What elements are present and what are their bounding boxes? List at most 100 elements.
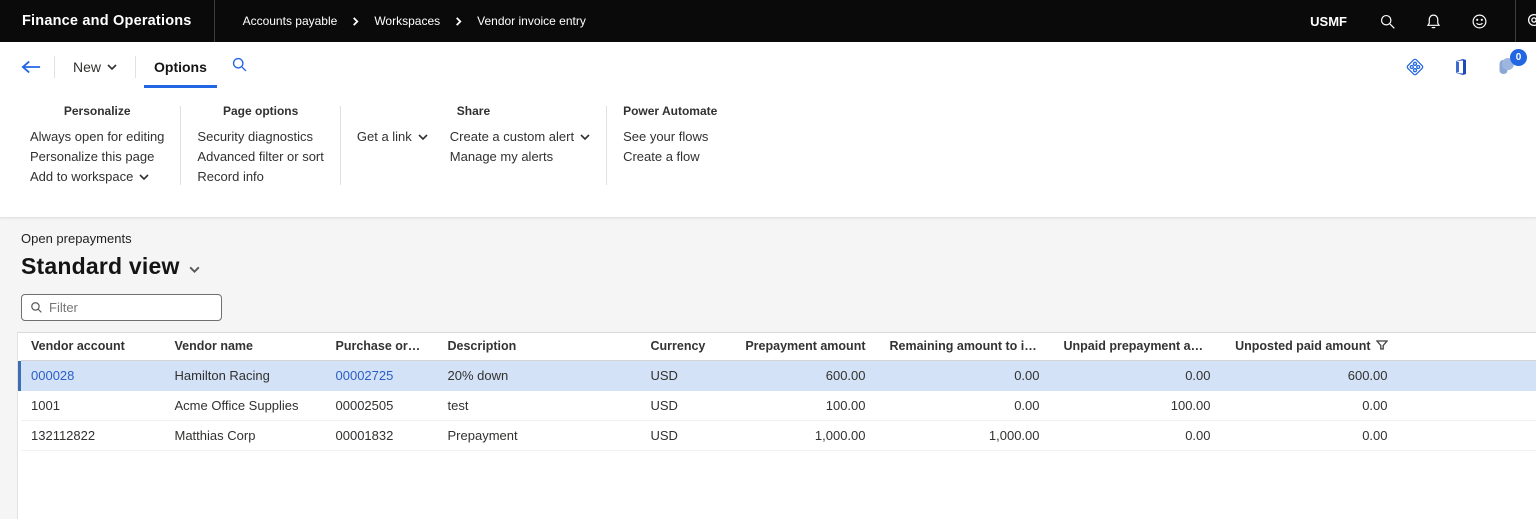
unpaid-prepayment-cell: 100.00: [1052, 390, 1223, 420]
column-header-filler: [1400, 333, 1536, 360]
filler-cell: [1400, 390, 1536, 420]
search-icon[interactable]: [1377, 11, 1397, 31]
ribbon-group-share: Share Get a link Create a custom alert M…: [341, 104, 606, 187]
tabstrip-divider: [135, 56, 136, 78]
tab-new[interactable]: New: [63, 46, 127, 88]
action-pane: New Options: [0, 42, 1536, 218]
description-cell: Prepayment: [436, 420, 639, 450]
company-selector[interactable]: USMF: [1310, 14, 1347, 29]
column-header-currency[interactable]: Currency: [639, 333, 733, 360]
filler-cell: [1400, 360, 1536, 390]
currency-cell: USD: [639, 360, 733, 390]
column-header-remaining-amount[interactable]: Remaining amount to invoice: [878, 333, 1052, 360]
settings-gear-icon[interactable]: [1525, 11, 1536, 31]
personalization-apps-icon[interactable]: [1404, 56, 1426, 78]
menu-item-advanced-filter-or-sort[interactable]: Advanced filter or sort: [197, 147, 323, 167]
column-header-vendor-name[interactable]: Vendor name: [163, 333, 324, 360]
chevron-down-icon: [418, 132, 428, 142]
menu-item-label: Manage my alerts: [450, 147, 553, 167]
menu-item-see-your-flows[interactable]: See your flows: [623, 127, 708, 147]
grid-filter-box: [21, 294, 222, 321]
column-header-unpaid-prepayment[interactable]: Unpaid prepayment amount: [1052, 333, 1223, 360]
menu-item-record-info[interactable]: Record info: [197, 167, 323, 187]
breadcrumb-item-workspaces[interactable]: Workspaces: [374, 14, 440, 28]
unposted-paid-cell: 0.00: [1223, 420, 1400, 450]
unposted-paid-cell: 0.00: [1223, 390, 1400, 420]
menu-item-manage-my-alerts[interactable]: Manage my alerts: [450, 147, 590, 167]
topbar-divider: [214, 0, 215, 42]
vendor-name-cell: Acme Office Supplies: [163, 390, 324, 420]
back-arrow-button[interactable]: [16, 59, 46, 75]
tab-options[interactable]: Options: [144, 46, 217, 88]
vendor-account-cell[interactable]: 1001: [20, 390, 163, 420]
description-cell: test: [436, 390, 639, 420]
app-title[interactable]: Finance and Operations: [0, 13, 214, 29]
column-header-vendor-account[interactable]: Vendor account: [20, 333, 163, 360]
prepayment-amount-cell: 600.00: [733, 360, 878, 390]
attachments-icon[interactable]: 0: [1496, 56, 1518, 78]
attachments-count-badge: 0: [1510, 49, 1527, 66]
purchase-order-cell[interactable]: 00002505: [324, 390, 436, 420]
page-title: Standard view: [21, 253, 180, 280]
tab-options-label: Options: [154, 59, 207, 75]
view-selector[interactable]: Standard view: [21, 253, 1536, 280]
action-pane-search-icon[interactable]: [231, 56, 248, 78]
action-pane-tabstrip: New Options: [0, 42, 1536, 92]
remaining-amount-cell: 0.00: [878, 390, 1052, 420]
column-header-unposted-paid[interactable]: Unposted paid amount: [1223, 333, 1400, 360]
ribbon-group-title: Page options: [197, 104, 323, 118]
prepayments-table: Vendor account Vendor name Purchase orde…: [18, 333, 1536, 451]
top-navigation-bar: Finance and Operations Accounts payable …: [0, 0, 1536, 42]
menu-item-create-a-custom-alert[interactable]: Create a custom alert: [450, 127, 590, 147]
menu-item-label: Personalize this page: [30, 147, 154, 167]
vendor-account-link[interactable]: 000028: [31, 368, 74, 383]
menu-item-security-diagnostics[interactable]: Security diagnostics: [197, 127, 323, 147]
chevron-down-icon: [107, 62, 117, 72]
description-cell: 20% down: [436, 360, 639, 390]
notifications-bell-icon[interactable]: [1423, 11, 1443, 31]
page-content: Open prepayments Standard view Vendor ac…: [0, 218, 1536, 519]
vendor-account-cell[interactable]: 132112822: [20, 420, 163, 450]
filter-input[interactable]: [49, 300, 213, 315]
menu-item-create-a-flow[interactable]: Create a flow: [623, 147, 708, 167]
action-pane-right-icons: 0: [1404, 56, 1518, 78]
filter-funnel-icon[interactable]: [1376, 339, 1388, 351]
column-header-description[interactable]: Description: [436, 333, 639, 360]
purchase-order-cell[interactable]: 00001832: [324, 420, 436, 450]
options-ribbon: Personalize Always open for editing Pers…: [0, 92, 1536, 187]
menu-item-label: Add to workspace: [30, 167, 133, 187]
unpaid-prepayment-cell: 0.00: [1052, 360, 1223, 390]
table-row[interactable]: 1001 Acme Office Supplies 00002505 test …: [20, 390, 1536, 420]
column-header-purchase-order[interactable]: Purchase order: [324, 333, 436, 360]
prepayments-grid: Vendor account Vendor name Purchase orde…: [17, 332, 1536, 519]
currency-cell: USD: [639, 390, 733, 420]
office-app-icon[interactable]: [1450, 56, 1472, 78]
purchase-order-link[interactable]: 00002725: [336, 368, 394, 383]
topbar-right-controls: USMF: [1310, 0, 1536, 42]
menu-item-label: Advanced filter or sort: [197, 147, 323, 167]
remaining-amount-cell: 1,000.00: [878, 420, 1052, 450]
menu-item-label: Record info: [197, 167, 263, 187]
remaining-amount-cell: 0.00: [878, 360, 1052, 390]
menu-item-label: Get a link: [357, 127, 412, 147]
chevron-down-icon: [580, 132, 590, 142]
breadcrumb-item-vendor-invoice-entry[interactable]: Vendor invoice entry: [477, 14, 586, 28]
column-header-label: Unposted paid amount: [1235, 339, 1370, 353]
menu-item-personalize-this-page[interactable]: Personalize this page: [30, 147, 164, 167]
ribbon-group-title: Personalize: [30, 104, 164, 118]
column-header-prepayment-amount[interactable]: Prepayment amount: [733, 333, 878, 360]
vendor-name-cell: Hamilton Racing: [163, 360, 324, 390]
ribbon-group-page-options: Page options Security diagnostics Advanc…: [181, 104, 339, 187]
breadcrumb: Accounts payable Workspaces Vendor invoi…: [243, 14, 586, 28]
menu-item-always-open-for-editing[interactable]: Always open for editing: [30, 127, 164, 147]
breadcrumb-item-accounts-payable[interactable]: Accounts payable: [243, 14, 338, 28]
table-row[interactable]: 132112822 Matthias Corp 00001832 Prepaym…: [20, 420, 1536, 450]
feedback-smiley-icon[interactable]: [1469, 11, 1489, 31]
grid-header-row: Vendor account Vendor name Purchase orde…: [20, 333, 1536, 360]
menu-item-label: Create a flow: [623, 147, 700, 167]
search-icon: [30, 301, 43, 314]
menu-item-add-to-workspace[interactable]: Add to workspace: [30, 167, 164, 187]
table-row[interactable]: 000028 Hamilton Racing 00002725 20% down…: [20, 360, 1536, 390]
menu-item-get-a-link[interactable]: Get a link: [357, 127, 428, 147]
chevron-down-icon: [139, 172, 149, 182]
